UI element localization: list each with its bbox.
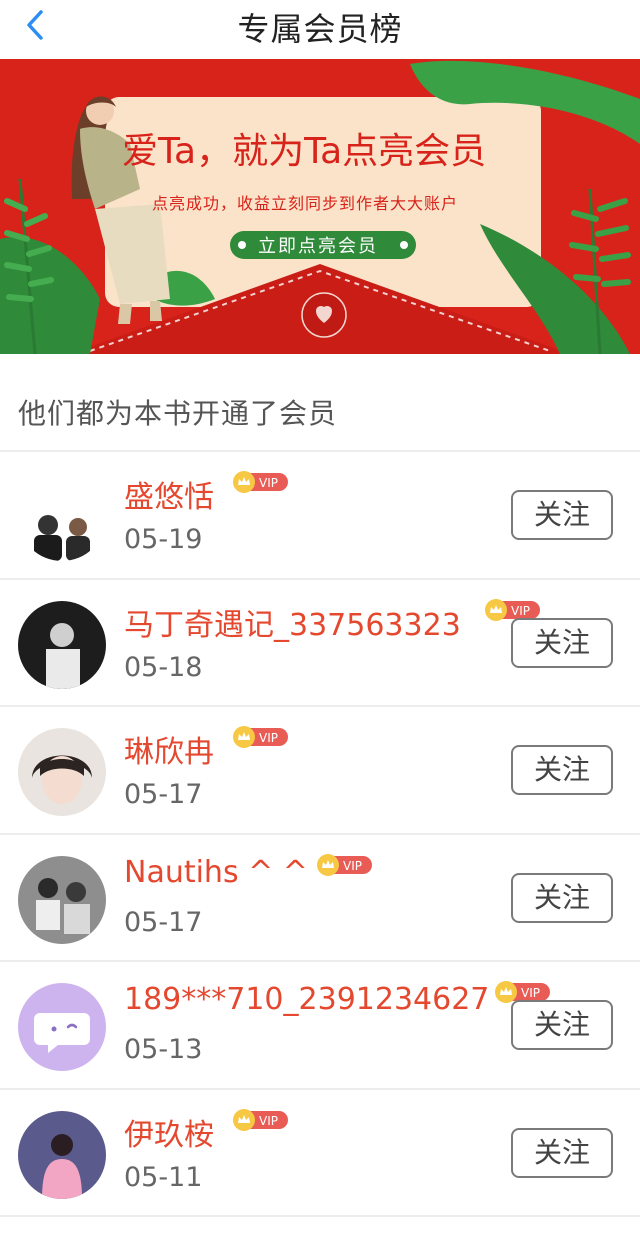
vip-label: VIP [259,1114,278,1128]
member-name[interactable]: 伊玖桉 [124,1110,214,1154]
member-name[interactable]: 189***710_2391234627 [124,982,489,1017]
member-date: 05-19 [124,524,203,555]
follow-button[interactable]: 关注 [511,745,613,795]
member-date: 05-13 [124,1034,203,1065]
vip-badge: VIP [316,853,374,877]
vip-badge: VIP [232,470,290,494]
member-date: 05-11 [124,1161,203,1193]
banner-cta-label: 立即点亮会员 [258,236,378,257]
list-item[interactable]: 189***710_2391234627 VIP 05-13 关注 [0,962,640,1090]
vip-label: VIP [259,476,278,490]
member-date: 05-17 [124,779,203,810]
section-title: 他们都为本书开通了会员 [18,397,338,430]
list-item[interactable]: 伊玖桉 VIP 05-11 关注 [0,1090,640,1217]
avatar[interactable] [18,728,106,816]
list-item[interactable]: 盛悠恬 VIP 05-19 关注 [0,452,640,580]
follow-button[interactable]: 关注 [511,617,613,668]
member-name[interactable]: Nautihs ^ ^ [124,855,308,890]
avatar[interactable] [18,983,106,1071]
list-item[interactable]: 马丁奇遇记_337563323 VIP 05-18 关注 [0,580,640,707]
become-member-banner[interactable]: 爱Ta，就为Ta点亮会员 点亮成功，收益立刻同步到作者大大账户 立即点亮会员 [0,59,640,354]
vip-badge: VIP [232,1108,290,1132]
vip-label: VIP [259,731,278,745]
member-name[interactable]: 马丁奇遇记_337563323 [124,600,461,644]
avatar[interactable] [18,600,106,689]
list-item[interactable]: Nautihs ^ ^ VIP 05-17 关注 [0,835,640,962]
member-name[interactable]: 盛悠恬 [124,472,214,516]
member-date: 05-18 [124,651,203,683]
follow-button[interactable]: 关注 [511,1000,613,1050]
banner-headline: 爱Ta，就为Ta点亮会员 [122,131,486,172]
banner-subline: 点亮成功，收益立刻同步到作者大大账户 [152,194,458,213]
top-navbar: 专属会员榜 [0,0,640,56]
member-name[interactable]: 琳欣冉 [124,727,214,771]
member-list: 盛悠恬 VIP 05-19 关注 马丁奇遇记_337563323 VIP 05-… [0,452,640,1217]
avatar[interactable] [18,855,106,944]
vip-label: VIP [511,604,530,618]
vip-label: VIP [343,859,362,873]
avatar[interactable] [18,473,106,561]
vip-badge: VIP [232,725,290,749]
follow-button[interactable]: 关注 [511,1127,613,1178]
follow-button[interactable]: 关注 [511,872,613,923]
page-title: 专属会员榜 [237,10,403,48]
list-item[interactable]: 琳欣冉 VIP 05-17 关注 [0,707,640,835]
member-date: 05-17 [124,906,203,938]
vip-label: VIP [521,986,540,1000]
avatar[interactable] [18,1110,106,1199]
follow-button[interactable]: 关注 [511,490,613,540]
